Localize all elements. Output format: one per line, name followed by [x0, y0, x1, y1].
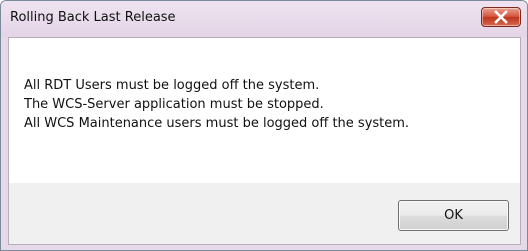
close-button[interactable]	[481, 7, 521, 27]
dialog-window: Rolling Back Last Release All RDT Users …	[0, 0, 528, 251]
message-text: All RDT Users must be logged off the sys…	[24, 76, 409, 133]
ok-button[interactable]: OK	[398, 200, 509, 231]
button-area: OK	[9, 183, 520, 244]
close-icon	[494, 10, 508, 24]
dialog-client-area: All RDT Users must be logged off the sys…	[8, 37, 521, 245]
message-line: All WCS Maintenance users must be logged…	[24, 116, 410, 131]
window-title: Rolling Back Last Release	[10, 10, 176, 25]
message-line: All RDT Users must be logged off the sys…	[24, 78, 320, 93]
title-bar[interactable]: Rolling Back Last Release	[1, 1, 527, 37]
message-line: The WCS-Server application must be stopp…	[24, 97, 324, 112]
